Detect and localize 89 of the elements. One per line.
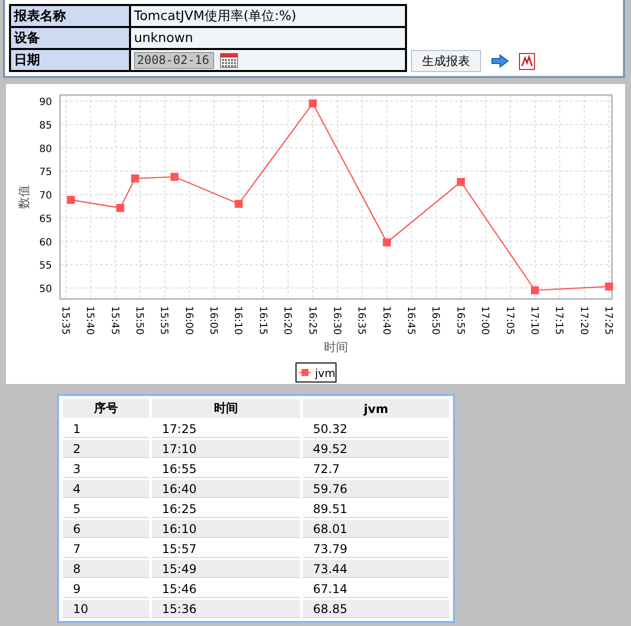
y-tick-label: 90	[39, 97, 52, 108]
data-point	[234, 200, 243, 208]
x-tick-label: 16:15	[256, 306, 268, 335]
y-tick-label: 65	[39, 214, 52, 225]
field-label: 报表名称	[10, 5, 130, 27]
table-cell: 50.32	[303, 420, 449, 438]
table-cell: 1	[63, 420, 149, 438]
data-point	[605, 282, 614, 291]
data-point	[170, 172, 179, 181]
x-tick-label: 15:50	[133, 306, 144, 335]
x-tick-label: 16:05	[208, 306, 219, 335]
x-tick-label: 16:35	[356, 306, 367, 335]
y-axis-title: 数值	[17, 185, 31, 209]
y-tick-label: 60	[39, 237, 52, 248]
data-point	[530, 286, 539, 294]
table-cell: 67.14	[303, 580, 449, 598]
x-tick-label: 16:20	[282, 306, 293, 335]
x-tick-label: 17:25	[602, 306, 614, 335]
table-cell: 15:57	[152, 540, 300, 558]
field-label: 日期	[10, 49, 130, 71]
column-header: jvm	[303, 399, 449, 418]
x-tick-label: 16:10	[232, 306, 244, 335]
table-cell: 16:40	[152, 480, 300, 498]
x-tick-label: 16:30	[330, 306, 342, 335]
table-cell: 2	[63, 440, 149, 458]
table-cell: 3	[63, 460, 149, 478]
table-cell: 49.52	[303, 440, 449, 458]
date-field[interactable]: 2008-02-16	[134, 52, 214, 68]
x-tick-label: 16:00	[182, 306, 194, 335]
field-value: unknown	[134, 30, 194, 46]
table-cell: 16:10	[152, 520, 300, 538]
table-cell: 17:25	[152, 420, 300, 438]
legend-label: jvm	[314, 367, 336, 380]
x-tick-label: 15:55	[158, 306, 170, 335]
y-tick-label: 85	[39, 120, 52, 132]
x-tick-label: 16:55	[454, 306, 466, 335]
y-tick-label: 80	[39, 144, 52, 155]
table-cell: 15:49	[152, 560, 300, 578]
table-cell: 4	[63, 480, 149, 498]
table-cell: 8	[63, 560, 149, 578]
data-point	[116, 204, 124, 212]
table-cell: 16:25	[152, 500, 300, 518]
y-tick-label: 75	[39, 167, 52, 178]
table-cell: 7	[63, 540, 149, 558]
legend-item: jvm	[296, 362, 336, 382]
table-cell: 10	[63, 600, 149, 618]
table-cell: 16:55	[152, 460, 300, 478]
x-tick-label: 17:10	[528, 306, 540, 335]
field-value: TomcatJVM使用率(单位:%)	[134, 9, 296, 24]
field-label: 设备	[10, 27, 130, 49]
table-cell: 73.44	[303, 560, 449, 578]
arrow-right-icon[interactable]	[491, 54, 509, 68]
x-tick-label: 15:40	[84, 306, 96, 335]
table-cell: 68.85	[303, 600, 449, 618]
y-tick-label: 70	[39, 190, 52, 202]
x-tick-label: 16:50	[430, 306, 441, 335]
x-tick-label: 17:20	[578, 306, 589, 335]
x-tick-label: 16:40	[380, 306, 392, 335]
x-tick-label: 16:25	[306, 306, 318, 335]
data-point	[131, 174, 140, 182]
y-tick-label: 55	[39, 260, 52, 272]
x-tick-label: 17:15	[553, 306, 564, 335]
table-cell: 15:46	[152, 580, 300, 598]
data-point	[456, 178, 465, 186]
column-header: 时间	[152, 399, 300, 418]
table-cell: 15:36	[152, 600, 300, 618]
x-axis-title: 时间	[324, 340, 348, 354]
x-tick-label: 15:45	[108, 306, 120, 335]
y-tick-label: 50	[39, 284, 52, 296]
table-cell: 68.01	[303, 520, 449, 538]
data-point	[308, 99, 317, 108]
calendar-icon[interactable]	[220, 52, 238, 68]
column-header: 序号	[63, 399, 149, 418]
table-cell: 72.7	[303, 460, 449, 478]
chart-export-icon[interactable]	[519, 52, 535, 70]
table-cell: 5	[63, 500, 149, 518]
table-cell: 6	[63, 520, 149, 538]
x-tick-label: 17:05	[504, 306, 515, 335]
table-cell: 17:10	[152, 440, 300, 458]
data-point	[382, 238, 391, 246]
table-cell: 89.51	[303, 500, 449, 518]
table-cell: 9	[63, 580, 149, 598]
data-point	[66, 196, 75, 204]
x-tick-label: 16:45	[405, 306, 416, 335]
x-tick-label: 15:35	[59, 306, 70, 335]
table-cell: 73.79	[303, 540, 449, 558]
x-tick-label: 17:00	[479, 306, 490, 335]
generate-report-button[interactable]: 生成报表	[411, 50, 481, 72]
table-cell: 59.76	[303, 480, 449, 498]
